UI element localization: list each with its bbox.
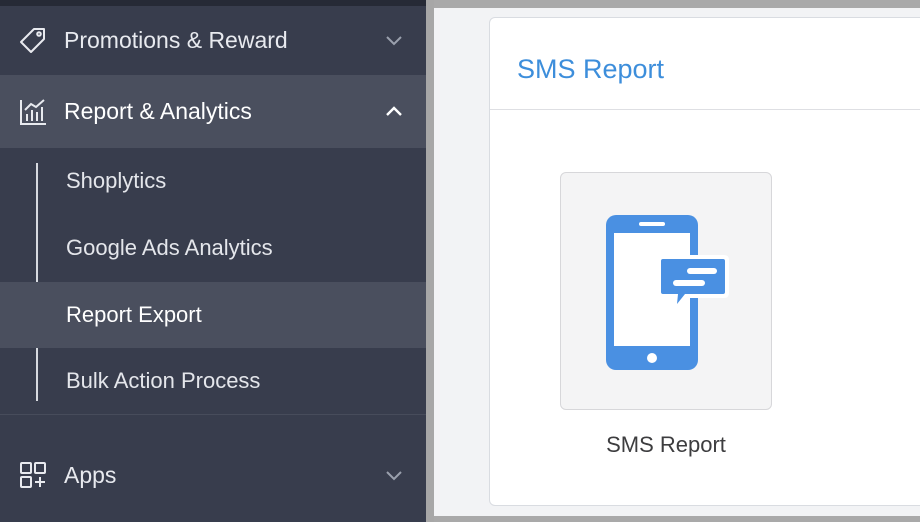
- sidebar-subitem-report-export[interactable]: Report Export: [0, 282, 426, 348]
- report-submenu: Shoplytics Google Ads Analytics Report E…: [0, 148, 426, 414]
- chevron-up-icon[interactable]: [382, 100, 406, 124]
- sidebar-subitem-shoplytics[interactable]: Shoplytics: [0, 148, 426, 214]
- sidebar: Promotions & Reward Report & Analytics S…: [0, 0, 426, 522]
- sms-report-card: SMS Report SMS Report: [489, 17, 920, 506]
- sidebar-subitem-bulk-action-process[interactable]: Bulk Action Process: [0, 348, 426, 414]
- smartphone-message-icon: [606, 215, 729, 370]
- sidebar-item-promotions[interactable]: Promotions & Reward: [0, 8, 426, 72]
- sidebar-top-strip: [0, 0, 426, 6]
- sidebar-subitem-label: Shoplytics: [66, 168, 167, 193]
- sidebar-item-label: Report & Analytics: [64, 98, 252, 124]
- sidebar-subitem-label: Google Ads Analytics: [66, 235, 273, 260]
- sidebar-divider: [0, 414, 426, 415]
- chevron-down-icon[interactable]: [382, 463, 406, 487]
- apps-grid-icon: [18, 460, 48, 490]
- card-title: SMS Report: [517, 54, 665, 84]
- sidebar-subitem-google-ads-analytics[interactable]: Google Ads Analytics: [0, 215, 426, 281]
- sidebar-item-apps[interactable]: Apps: [0, 440, 426, 510]
- card-header: SMS Report: [490, 18, 920, 110]
- sidebar-subitem-label: Report Export: [66, 302, 202, 327]
- sidebar-item-report-analytics[interactable]: Report & Analytics: [0, 75, 426, 148]
- tile-label: SMS Report: [606, 432, 726, 457]
- analytics-chart-icon: [18, 97, 48, 127]
- tag-icon: [18, 25, 48, 55]
- sidebar-item-label: Promotions & Reward: [64, 26, 288, 53]
- sidebar-item-label: Apps: [64, 461, 117, 488]
- sidebar-subitem-label: Bulk Action Process: [66, 368, 261, 393]
- panel-separator: [426, 0, 434, 522]
- chevron-down-icon[interactable]: [382, 28, 406, 52]
- sms-report-tile[interactable]: [560, 172, 772, 410]
